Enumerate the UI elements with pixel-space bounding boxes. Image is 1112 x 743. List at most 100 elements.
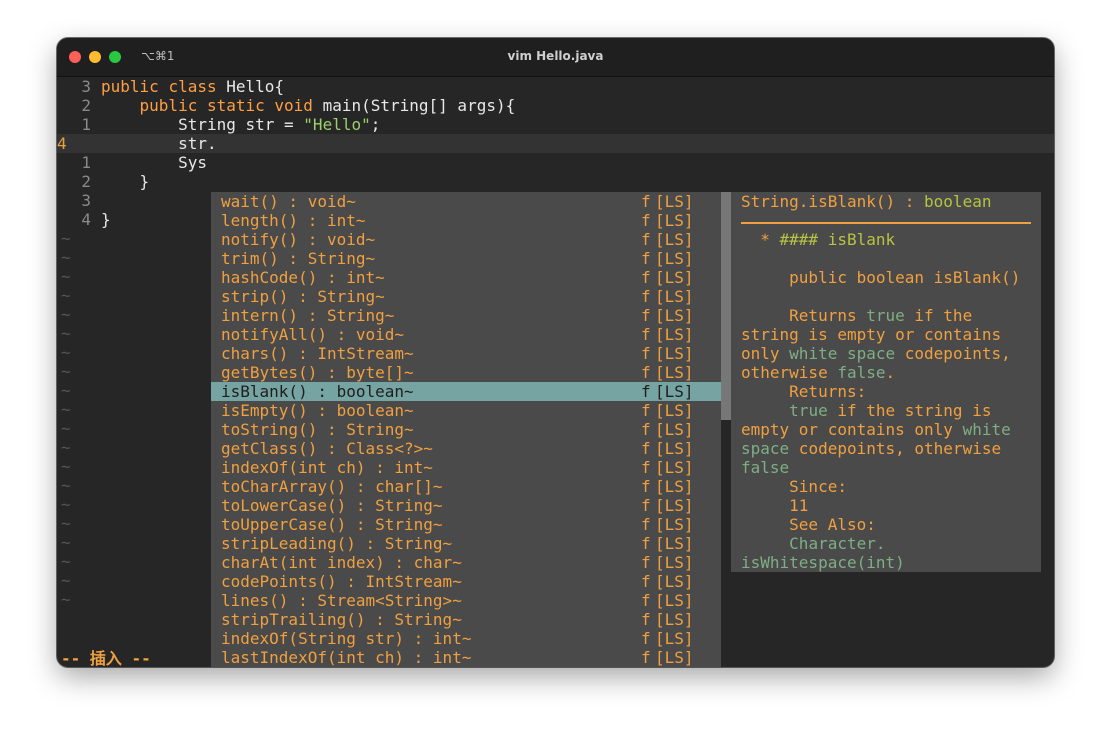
completion-kind: f — [641, 553, 651, 572]
doc-line: space codepoints, otherwise — [741, 439, 1001, 458]
line-number: 3 — [81, 191, 91, 210]
completion-kind: f — [641, 268, 651, 287]
line-number: 4 — [81, 210, 91, 229]
empty-line-tilde: ~ — [61, 324, 71, 343]
empty-line-tilde: ~ — [61, 495, 71, 514]
line-number: 2 — [81, 96, 91, 115]
editor-line[interactable]: 2 public static void main(String[] args)… — [57, 96, 1054, 115]
completion-item[interactable]: getBytes() : byte[]~ f [LS] — [211, 363, 721, 382]
empty-line-tilde: ~ — [61, 457, 71, 476]
line-code: } — [101, 172, 150, 191]
completion-source: [LS] — [655, 420, 694, 439]
completion-item[interactable]: chars() : IntStream~ f [LS] — [211, 344, 721, 363]
line-code: public class Hello{ — [101, 77, 284, 96]
completion-item[interactable]: notify() : void~ f [LS] — [211, 230, 721, 249]
completion-source: [LS] — [655, 363, 694, 382]
completion-item[interactable]: wait() : void~ f [LS] — [211, 192, 721, 211]
editor-line[interactable]: 1 String str = "Hello"; — [57, 115, 1054, 134]
completion-source: [LS] — [655, 287, 694, 306]
empty-line-tilde: ~ — [61, 571, 71, 590]
documentation-popup: String.isBlank() : boolean * #### isBlan… — [731, 192, 1041, 572]
code-token: . — [885, 363, 896, 382]
completion-kind: f — [641, 211, 651, 230]
completion-scrollbar[interactable] — [721, 192, 731, 420]
completion-item[interactable]: notifyAll() : void~ f [LS] — [211, 325, 721, 344]
empty-line-tilde: ~ — [61, 400, 71, 419]
completion-item[interactable]: length() : int~ f [LS] — [211, 211, 721, 230]
completion-kind: f — [641, 287, 651, 306]
completion-abbr: toCharArray() : char[]~ — [221, 477, 443, 496]
line-number: 2 — [81, 172, 91, 191]
completion-item[interactable]: codePoints() : IntStream~ f [LS] — [211, 572, 721, 591]
doc-line: Returns: — [741, 382, 866, 401]
completion-abbr: strip() : String~ — [221, 287, 385, 306]
completion-item-selected[interactable]: isBlank() : boolean~ f [LS] — [211, 382, 721, 401]
doc-line: false — [741, 458, 789, 477]
completion-item[interactable]: stripTrailing() : String~ f [LS] — [211, 610, 721, 629]
vim-editor[interactable]: 3 public class Hello{2 public static void… — [57, 77, 1054, 667]
completion-abbr: lines() : Stream<String>~ — [221, 591, 462, 610]
completion-kind: f — [641, 458, 651, 477]
completion-item[interactable]: getClass() : Class<?>~ f [LS] — [211, 439, 721, 458]
editor-line[interactable]: 3 public class Hello{ — [57, 77, 1054, 96]
line-number: 3 — [81, 77, 91, 96]
completion-item[interactable]: toCharArray() : char[]~ f [LS] — [211, 477, 721, 496]
empty-line-tilde: ~ — [61, 343, 71, 362]
completion-source: [LS] — [655, 629, 694, 648]
code-token: } — [101, 210, 111, 229]
completion-kind: f — [641, 610, 651, 629]
completion-item[interactable]: lines() : Stream<String>~ f [LS] — [211, 591, 721, 610]
completion-abbr: intern() : String~ — [221, 306, 395, 325]
completion-kind: f — [641, 344, 651, 363]
completion-item[interactable]: toLowerCase() : String~ f [LS] — [211, 496, 721, 515]
code-token: true — [789, 401, 828, 420]
doc-line: isWhitespace(int) — [741, 553, 905, 572]
editor-line[interactable]: 2 } — [57, 172, 1054, 191]
code-token: public — [139, 96, 198, 115]
line-code: String str = "Hello"; — [101, 115, 380, 134]
completion-item[interactable]: stripLeading() : String~ f [LS] — [211, 534, 721, 553]
editor-line[interactable]: 1 Sys — [57, 153, 1054, 172]
editor-line-current[interactable]: 4 str. — [57, 134, 1054, 153]
completion-item[interactable]: isEmpty() : boolean~ f [LS] — [211, 401, 721, 420]
completion-item[interactable]: indexOf(String str) : int~ f [LS] — [211, 629, 721, 648]
completion-item[interactable]: toString() : String~ f [LS] — [211, 420, 721, 439]
completion-abbr: getClass() : Class<?>~ — [221, 439, 433, 458]
code-token: } — [101, 172, 150, 191]
completion-item[interactable]: charAt(int index) : char~ f [LS] — [211, 553, 721, 572]
completion-source: [LS] — [655, 534, 694, 553]
completion-popup[interactable]: wait() : void~ f [LS] length() : int~ f [LS] n… — [211, 192, 721, 667]
empty-line-tilde: ~ — [61, 590, 71, 609]
empty-line-tilde: ~ — [61, 248, 71, 267]
completion-item[interactable]: lastIndexOf(int ch) : int~ f [LS] — [211, 648, 721, 667]
empty-line-tilde: ~ — [61, 286, 71, 305]
completion-source: [LS] — [655, 306, 694, 325]
completion-abbr: stripTrailing() : String~ — [221, 610, 462, 629]
completion-kind: f — [641, 249, 651, 268]
completion-kind: f — [641, 363, 651, 382]
code-token: true — [866, 306, 905, 325]
terminal-window: ⌥⌘1 vim Hello.java 3 public class Hello{2… — [57, 38, 1054, 667]
completion-item[interactable]: strip() : String~ f [LS] — [211, 287, 721, 306]
empty-line-tilde: ~ — [61, 476, 71, 495]
completion-source: [LS] — [655, 230, 694, 249]
completion-source: [LS] — [655, 211, 694, 230]
completion-item[interactable]: toUpperCase() : String~ f [LS] — [211, 515, 721, 534]
completion-abbr: length() : int~ — [221, 211, 366, 230]
completion-item[interactable]: hashCode() : int~ f [LS] — [211, 268, 721, 287]
completion-source: [LS] — [655, 192, 694, 211]
completion-kind: f — [641, 230, 651, 249]
completion-item[interactable]: trim() : String~ f [LS] — [211, 249, 721, 268]
code-token: public — [101, 77, 159, 96]
completion-item[interactable]: intern() : String~ f [LS] — [211, 306, 721, 325]
completion-kind: f — [641, 515, 651, 534]
completion-source: [LS] — [655, 439, 694, 458]
completion-kind: f — [641, 420, 651, 439]
doc-line: String.isBlank() : boolean — [741, 192, 991, 211]
empty-line-tilde: ~ — [61, 552, 71, 571]
completion-source: [LS] — [655, 648, 694, 667]
completion-item[interactable]: indexOf(int ch) : int~ f [LS] — [211, 458, 721, 477]
